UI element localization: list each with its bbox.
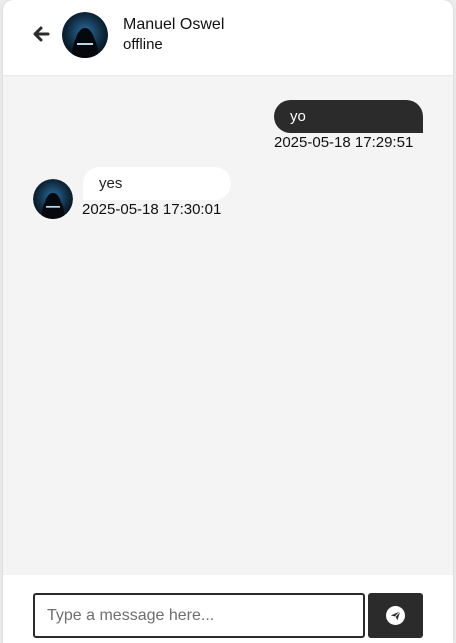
message-composer: [3, 575, 453, 643]
message-bubble: yo: [274, 100, 423, 133]
contact-name: Manuel Oswel: [123, 16, 225, 33]
paper-plane-icon: [386, 606, 405, 625]
message-bubble: yes: [83, 167, 231, 200]
message-timestamp: 2025-05-18 17:29:51: [274, 134, 414, 151]
message-list[interactable]: yo 2025-05-18 17:29:51 yes 2025-05-18 17…: [3, 75, 453, 575]
back-button[interactable]: [31, 24, 51, 44]
chat-window: Manuel Oswel offline yo 2025-05-18 17:29…: [3, 0, 453, 643]
message-timestamp: 2025-05-18 17:30:01: [82, 201, 222, 218]
send-button[interactable]: [368, 593, 423, 638]
message-input[interactable]: [33, 593, 365, 638]
arrow-left-icon: [33, 26, 50, 42]
contact-status: offline: [123, 36, 163, 53]
contact-avatar[interactable]: [62, 12, 108, 58]
chat-header: Manuel Oswel offline: [3, 0, 453, 75]
sender-avatar: [33, 179, 73, 219]
